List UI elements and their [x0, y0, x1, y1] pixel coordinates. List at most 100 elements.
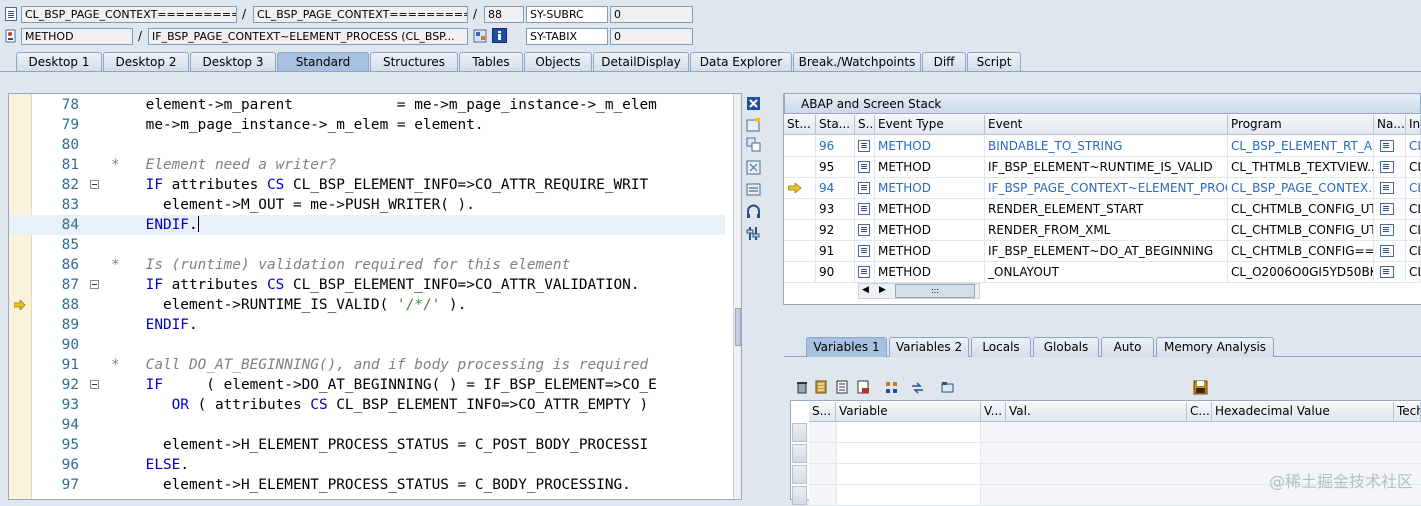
tab-auto[interactable]: Auto — [1101, 337, 1154, 357]
code-line[interactable]: 93 OR ( attributes CS CL_BSP_ELEMENT_INF… — [9, 395, 725, 415]
code-line[interactable]: 95 element->H_ELEMENT_PROCESS_STATUS = C… — [9, 435, 725, 455]
scroll-thumb[interactable] — [735, 308, 741, 346]
stack-row[interactable]: 95 METHOD IF_BSP_ELEMENT~RUNTIME_IS_VALID C… — [784, 157, 1421, 178]
sysvar-value-field-2[interactable]: 0 — [610, 28, 693, 45]
navigate-icon[interactable] — [1380, 182, 1394, 194]
source-code-editor[interactable]: 78 element->m_parent = me->m_page_instan… — [8, 93, 742, 500]
stack-col-header[interactable]: St... — [784, 115, 816, 135]
tab-variables-1[interactable]: Variables 1 — [806, 337, 887, 357]
navigate-icon[interactable] — [1380, 161, 1394, 173]
editor-vertical-scrollbar[interactable] — [733, 94, 741, 499]
transfer-icon[interactable] — [910, 380, 926, 396]
stack-col-header[interactable]: Program — [1228, 115, 1374, 135]
variables-col-header[interactable]: Variable — [836, 402, 981, 422]
row-selector[interactable] — [792, 465, 807, 484]
tab-break-watchpoints[interactable]: Break./Watchpoints — [793, 52, 921, 71]
stack-col-header[interactable]: Event — [985, 115, 1228, 135]
variables-col-header[interactable]: Hexadecimal Value — [1212, 402, 1394, 422]
code-line[interactable]: 90 — [9, 335, 725, 355]
code-line[interactable]: 83 element->M_OUT = me->PUSH_WRITER( ). — [9, 195, 725, 215]
tab-script[interactable]: Script — [967, 52, 1021, 71]
code-line[interactable]: 87 IF attributes CS CL_BSP_ELEMENT_INFO=… — [9, 275, 725, 295]
variable-input-cell[interactable] — [837, 443, 981, 464]
navigate-icon[interactable] — [1380, 224, 1394, 236]
tab-desktop-3[interactable]: Desktop 3 — [190, 52, 276, 71]
code-line[interactable]: 92 IF ( element->DO_AT_BEGINNING( ) = IF… — [9, 375, 725, 395]
display-icon[interactable] — [473, 29, 487, 43]
code-line[interactable]: 81 * Element need a writer? — [9, 155, 725, 175]
tab-locals[interactable]: Locals — [971, 337, 1031, 357]
line-number-field[interactable]: 88 — [484, 6, 524, 23]
tab-desktop-2[interactable]: Desktop 2 — [103, 52, 189, 71]
code-line[interactable]: 96 ELSE. — [9, 455, 725, 475]
tab-structures[interactable]: Structures — [370, 52, 458, 71]
stack-hscroll[interactable]: ◀ ▶ ::: — [858, 283, 980, 299]
open-folder-icon[interactable] — [940, 380, 956, 396]
variables-col-header[interactable]: S... — [809, 402, 836, 422]
navigate-icon[interactable] — [1380, 140, 1394, 152]
scroll-left-arrow[interactable]: ◀ — [862, 284, 869, 297]
variable-input-cell[interactable] — [837, 485, 981, 506]
variables-col-header[interactable]: Val. — [1006, 402, 1187, 422]
include-field[interactable]: CL_BSP_PAGE_CONTEXT==========... — [253, 6, 468, 23]
code-line[interactable]: 94 — [9, 415, 725, 435]
stack-row[interactable]: 91 METHOD IF_BSP_ELEMENT~DO_AT_BEGINNING CL… — [784, 241, 1421, 262]
stack-col-header[interactable]: Na... — [1374, 115, 1406, 135]
variables-col-header[interactable]: Tech — [1394, 402, 1421, 422]
settings-icon[interactable] — [746, 226, 762, 242]
collapse-block-icon[interactable] — [90, 280, 99, 289]
stack-row[interactable]: 93 METHOD RENDER_ELEMENT_START CL_CHTMLB_CO… — [784, 199, 1421, 220]
stack-row[interactable]: 94 METHOD IF_BSP_PAGE_CONTEXT~ELEMENT_PROC… — [784, 178, 1421, 199]
swap-icon[interactable] — [746, 182, 762, 198]
sysvar-value-field-1[interactable]: 0 — [610, 6, 693, 23]
stack-col-header[interactable]: Event Type — [875, 115, 985, 135]
tab-detaildisplay[interactable]: DetailDisplay — [593, 52, 689, 71]
replace-tool-icon[interactable] — [746, 137, 762, 153]
code-line[interactable]: 79 me->m_page_instance->_m_elem = elemen… — [9, 115, 725, 135]
tab-desktop-1[interactable]: Desktop 1 — [16, 52, 102, 71]
event-type-field[interactable]: METHOD — [21, 28, 133, 45]
code-line[interactable]: 86 * Is (runtime) validation required for… — [9, 255, 725, 275]
code-line[interactable]: 84 ENDIF. — [9, 215, 725, 235]
code-line[interactable]: 97 element->H_ELEMENT_PROCESS_STATUS = C… — [9, 475, 725, 495]
new-tool-icon[interactable] — [746, 117, 762, 133]
row-selector[interactable] — [792, 423, 807, 442]
navigate-icon[interactable] — [1380, 266, 1394, 278]
code-line[interactable]: 78 element->m_parent = me->m_page_instan… — [9, 95, 725, 115]
sysvar-name-field-2[interactable]: SY-TABIX — [526, 28, 608, 45]
scroll-thumb[interactable]: ::: — [895, 284, 975, 298]
copy-values-icon[interactable] — [814, 380, 830, 396]
hierarchy-icon[interactable] — [884, 380, 900, 396]
event-field[interactable]: IF_BSP_PAGE_CONTEXT~ELEMENT_PROCESS (CL_… — [148, 28, 468, 45]
services-icon[interactable] — [746, 204, 762, 220]
close-icon[interactable] — [746, 96, 762, 112]
navigate-icon[interactable] — [1380, 203, 1394, 215]
tab-objects[interactable]: Objects — [524, 52, 592, 71]
tab-memory-analysis[interactable]: Memory Analysis — [1156, 337, 1274, 357]
code-line[interactable]: 91 * Call DO_AT_BEGINNING(), and if body … — [9, 355, 725, 375]
save-icon[interactable] — [1193, 380, 1209, 396]
row-selector[interactable] — [792, 444, 807, 463]
tab-variables-2[interactable]: Variables 2 — [889, 337, 969, 357]
variable-input-cell[interactable] — [837, 464, 981, 485]
row-selector[interactable] — [792, 486, 807, 505]
variable-input-cell[interactable] — [837, 422, 981, 443]
code-line[interactable]: 85 — [9, 235, 725, 255]
collapse-block-icon[interactable] — [90, 180, 99, 189]
navigate-icon[interactable] — [1380, 245, 1394, 257]
info-icon[interactable] — [492, 28, 507, 43]
export-icon[interactable] — [856, 380, 872, 396]
stack-row[interactable]: 92 METHOD RENDER_FROM_XML CL_CHTMLB_CONFIG_… — [784, 220, 1421, 241]
code-line[interactable]: 88 element->RUNTIME_IS_VALID( '/*/' ). — [9, 295, 725, 315]
variables-col-header[interactable]: V... — [981, 402, 1006, 422]
code-line[interactable]: 82 IF attributes CS CL_BSP_ELEMENT_INFO=… — [9, 175, 725, 195]
tab-data-explorer[interactable]: Data Explorer — [690, 52, 792, 71]
main-program-field[interactable]: CL_BSP_PAGE_CONTEXT==========... — [21, 6, 237, 23]
code-line[interactable]: 80 — [9, 135, 725, 155]
tab-tables[interactable]: Tables — [459, 52, 523, 71]
delete-icon[interactable] — [795, 380, 811, 396]
stack-row[interactable]: 96 METHOD BINDABLE_TO_STRING CL_BSP_ELEMENT… — [784, 136, 1421, 157]
variables-col-header[interactable]: C... — [1187, 402, 1212, 422]
stack-col-header[interactable]: In — [1406, 115, 1421, 135]
stack-col-header[interactable]: S... — [855, 115, 875, 135]
